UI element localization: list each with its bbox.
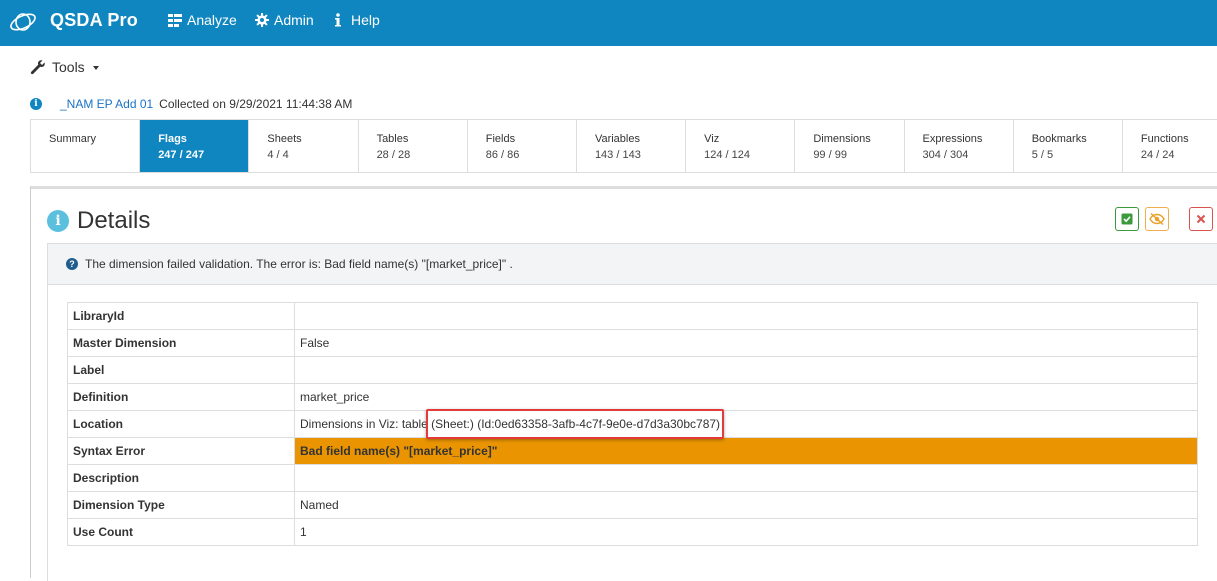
tab-label: Flags [158, 133, 187, 145]
tab-fields[interactable]: Fields 86 / 86 [468, 120, 577, 172]
tab-functions[interactable]: Functions 24 / 24 [1123, 120, 1217, 172]
row-key: Syntax Error [67, 437, 295, 465]
row-key: Definition [67, 383, 295, 411]
table-row: Definition market_price [67, 383, 1198, 411]
qsda-logo-icon[interactable] [8, 9, 38, 35]
info-icon [335, 13, 341, 27]
tab-count: 86 / 86 [485, 149, 520, 161]
tab-count: 124 / 124 [704, 149, 750, 161]
tab-viz[interactable]: Viz 124 / 124 [686, 120, 796, 172]
approve-button[interactable] [1115, 207, 1139, 231]
app-name-link[interactable]: _NAM EP Add 01 [60, 97, 153, 111]
table-row: Master Dimension False [67, 329, 1198, 357]
tab-label: Functions [1140, 133, 1189, 145]
brand-name[interactable]: QSDA Pro [50, 10, 138, 31]
validation-alert: ? The dimension failed validation. The e… [47, 243, 1217, 285]
alert-text: The dimension failed validation. The err… [85, 257, 513, 271]
tab-tables[interactable]: Tables 28 / 28 [359, 120, 468, 172]
row-key: Master Dimension [67, 329, 295, 357]
tab-label: Expressions [922, 133, 983, 145]
info-circle-icon: i [47, 210, 69, 232]
tab-bookmarks[interactable]: Bookmarks 5 / 5 [1014, 120, 1123, 172]
tools-label: Tools [52, 59, 85, 75]
table-row: Use Count 1 [67, 518, 1198, 546]
tab-count: 304 / 304 [922, 149, 969, 161]
table-row: LibraryId [67, 302, 1198, 330]
gear-icon [255, 13, 269, 27]
tab-count: 4 / 4 [267, 149, 289, 161]
question-circle-icon: ? [66, 258, 78, 270]
tab-label: Sheets [267, 133, 302, 145]
row-key: Label [67, 356, 295, 384]
row-value: Dimensions in Viz: table (Sheet:) (Id:0e… [294, 410, 1198, 438]
tab-sheets[interactable]: Sheets 4 / 4 [249, 120, 359, 172]
tab-label: Fields [485, 133, 516, 145]
tab-variables[interactable]: Variables 143 / 143 [577, 120, 687, 172]
row-value: False [294, 329, 1198, 357]
table-row-error: Syntax Error Bad field name(s) "[market_… [67, 437, 1198, 465]
remove-button[interactable] [1189, 207, 1213, 231]
eye-slash-icon [1149, 213, 1165, 225]
app-info-line: i _NAM EP Add 01 Collected on 9/29/2021 … [30, 97, 352, 111]
details-body: LibraryId Master Dimension False Label D… [47, 285, 1217, 581]
table-row: Location Dimensions in Viz: table (Sheet… [67, 410, 1198, 438]
row-key: Description [67, 464, 295, 492]
row-value: Bad field name(s) "[market_price]" [294, 437, 1198, 465]
row-value: Named [294, 491, 1198, 519]
tab-label: Variables [594, 133, 640, 145]
nav-admin[interactable]: Admin [255, 12, 314, 28]
row-key: Use Count [67, 518, 295, 546]
tab-count: 28 / 28 [376, 149, 411, 161]
table-row: Description [67, 464, 1198, 492]
row-key: Location [67, 410, 295, 438]
tab-expressions[interactable]: Expressions 304 / 304 [905, 120, 1014, 172]
nav-analyze[interactable]: Analyze [168, 12, 237, 28]
wrench-icon [30, 60, 45, 75]
nav-help-label: Help [351, 12, 380, 28]
tab-count: 24 / 24 [1140, 149, 1175, 161]
tab-count: 247 / 247 [158, 149, 205, 161]
category-tabs: Summary Flags 247 / 247 Sheets 4 / 4 Tab… [30, 119, 1217, 173]
tab-flags[interactable]: Flags 247 / 247 [140, 120, 250, 172]
collected-text: Collected on 9/29/2021 11:44:38 AM [159, 97, 353, 111]
analyze-icon [168, 13, 182, 27]
check-square-icon [1121, 213, 1133, 225]
tab-label: Viz [704, 133, 720, 145]
nav-admin-label: Admin [274, 12, 314, 28]
tab-count: 143 / 143 [594, 149, 641, 161]
row-value [294, 302, 1198, 330]
close-icon [1196, 214, 1206, 224]
row-value: 1 [294, 518, 1198, 546]
tab-label: Bookmarks [1031, 133, 1087, 145]
table-row: Label [67, 356, 1198, 384]
info-circle-icon: i [30, 98, 42, 110]
hide-button[interactable] [1145, 207, 1169, 231]
row-value: market_price [294, 383, 1198, 411]
tab-count: 99 / 99 [813, 149, 847, 161]
caret-down-icon [92, 66, 99, 70]
row-value [294, 356, 1198, 384]
properties-table: LibraryId Master Dimension False Label D… [67, 302, 1198, 546]
tab-label: Tables [376, 133, 409, 145]
tab-summary[interactable]: Summary [31, 120, 141, 172]
tools-menu[interactable]: Tools [30, 59, 99, 75]
row-value [294, 464, 1198, 492]
nav-help[interactable]: Help [334, 12, 380, 28]
top-navbar: QSDA Pro Analyze Admin Help [0, 0, 1217, 46]
row-key: Dimension Type [67, 491, 295, 519]
details-title: Details [77, 207, 151, 234]
table-row: Dimension Type Named [67, 491, 1198, 519]
tab-label: Dimensions [813, 133, 871, 145]
details-header: i Details [47, 207, 150, 235]
details-panel: i Details ? The dimension failed validat… [30, 186, 1217, 581]
nav-analyze-label: Analyze [187, 12, 237, 28]
row-key: LibraryId [67, 302, 295, 330]
tab-count: 5 / 5 [1031, 149, 1054, 161]
tab-dimensions[interactable]: Dimensions 99 / 99 [795, 120, 905, 172]
tab-label: Summary [49, 133, 97, 145]
